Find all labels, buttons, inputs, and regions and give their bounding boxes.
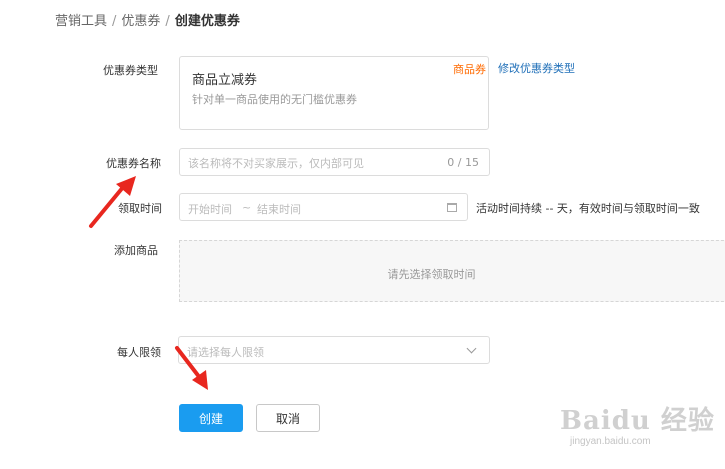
- activity-duration-text: 活动时间持续 -- 天，有效时间与领取时间一致: [476, 202, 700, 215]
- breadcrumb-separator: /: [165, 14, 170, 29]
- per-person-limit-select[interactable]: 请选择每人限领: [178, 336, 490, 364]
- coupon-type-tag: 商品券: [453, 63, 486, 76]
- breadcrumb-separator: /: [112, 14, 117, 29]
- coupon-type-card[interactable]: 商品立减券 针对单一商品使用的无门槛优惠券 商品券: [179, 56, 489, 130]
- add-product-label: 添加商品: [114, 244, 158, 257]
- annotation-arrow-icon: [175, 346, 208, 390]
- coupon-name-label: 优惠券名称: [106, 157, 161, 170]
- coupon-name-input[interactable]: [188, 156, 438, 170]
- baidu-jingyan-watermark: Baidu 经验 jingyan.baidu.com: [560, 400, 720, 460]
- coupon-type-description: 针对单一商品使用的无门槛优惠券: [192, 93, 357, 106]
- create-button[interactable]: 创建: [179, 404, 243, 432]
- cancel-button[interactable]: 取消: [256, 404, 320, 432]
- watermark-logo: Baidu 经验: [560, 406, 715, 436]
- breadcrumb: 营销工具 / 优惠券 / 创建优惠券: [55, 10, 240, 29]
- annotation-arrow-icon: [89, 176, 136, 228]
- chevron-down-icon: [466, 343, 477, 354]
- page-title: 创建优惠券: [174, 14, 240, 29]
- per-person-limit-label: 每人限领: [117, 346, 161, 359]
- coupon-type-label: 优惠券类型: [103, 64, 158, 77]
- watermark-url: jingyan.baidu.com: [570, 436, 651, 447]
- coupon-type-title: 商品立减券: [192, 73, 258, 88]
- calendar-icon: [447, 203, 457, 212]
- modify-coupon-type-link[interactable]: 修改优惠券类型: [498, 60, 575, 76]
- coupon-name-char-count: 0 / 15: [447, 156, 479, 169]
- breadcrumb-marketing-tools[interactable]: 营销工具: [55, 14, 107, 29]
- add-product-hint: 请先选择领取时间: [387, 268, 476, 281]
- date-range-separator: ~: [242, 201, 252, 214]
- coupon-name-field: 0 / 15: [179, 148, 490, 176]
- add-product-area: 请先选择领取时间: [179, 240, 725, 302]
- claim-start-time-placeholder: 开始时间: [188, 203, 232, 216]
- claim-time-range-picker[interactable]: 开始时间 ~ 结束时间: [179, 193, 468, 221]
- breadcrumb-coupons[interactable]: 优惠券: [121, 14, 160, 29]
- claim-end-time-placeholder: 结束时间: [257, 203, 301, 216]
